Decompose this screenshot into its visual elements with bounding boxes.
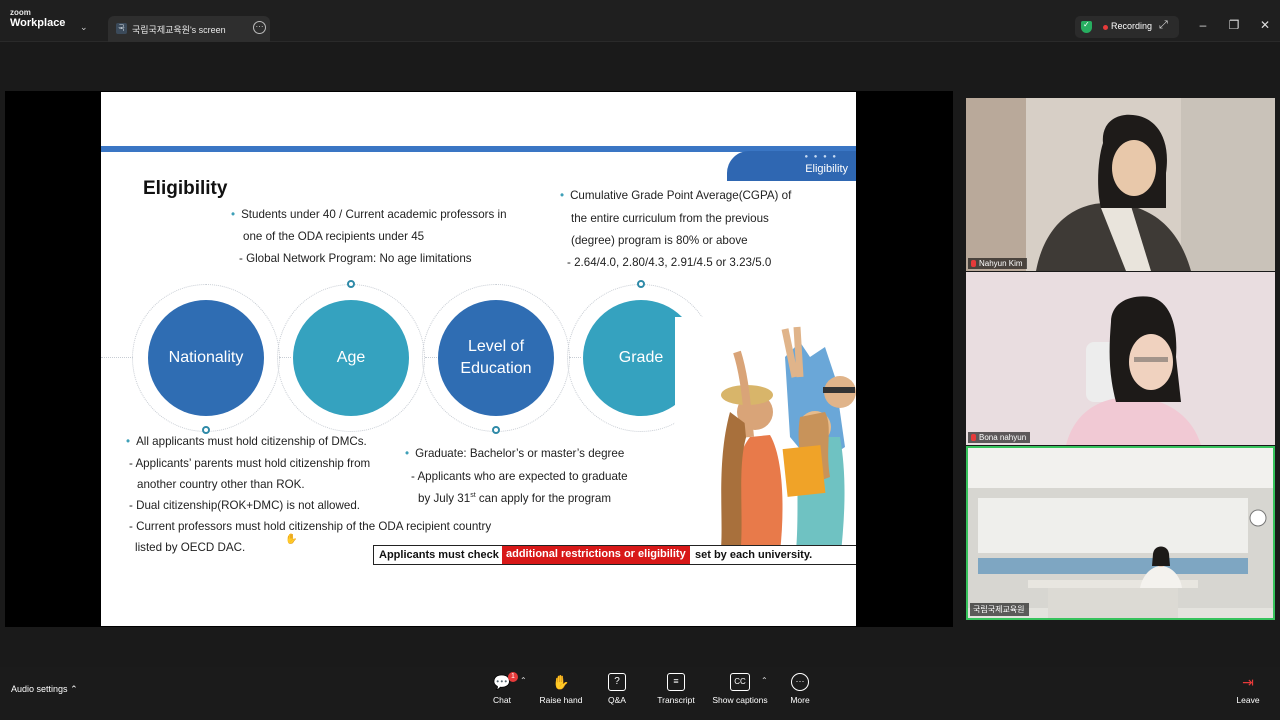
qa-label: Q&A (608, 695, 626, 705)
more-icon: ··· (791, 673, 809, 691)
raise-hand-button[interactable]: ✋ Raise hand (531, 673, 591, 705)
shield-icon (1081, 20, 1092, 33)
more-button[interactable]: ··· More (770, 673, 830, 705)
more-label: More (790, 695, 810, 705)
transcript-icon: ≡ (667, 673, 685, 691)
nationality-line-1: • All applicants must hold citizenship of… (126, 435, 367, 448)
education-circle: Level of Education (438, 300, 554, 416)
nationality-line-5: - Current professors must hold citizensh… (129, 520, 492, 533)
participant-video (966, 98, 1275, 271)
students-high-five-image (675, 317, 856, 572)
education-line-2: - Applicants who are expected to graduat… (411, 470, 628, 483)
restore-icon[interactable]: ❐ (1227, 18, 1241, 32)
logo-top: zoom (10, 8, 31, 17)
dots-icon: ● ● ● ● (804, 154, 838, 160)
transcript-button[interactable]: ≡ Transcript (646, 673, 706, 705)
muted-mic-icon (971, 434, 976, 441)
nationality-line-6: listed by OECD DAC. (135, 541, 246, 554)
title-bar: zoom Workplace ⌄ 국 국립국제교육원's screen ··· … (0, 0, 1280, 42)
slide-section-tag: ● ● ● ● Eligibility (727, 151, 856, 181)
participant-video (966, 272, 1275, 445)
participant-name: Bona nahyun (968, 432, 1031, 443)
education-line-1: • Graduate: Bachelor’s or master’s degree (405, 447, 625, 460)
unread-badge: 1 (508, 672, 518, 682)
banner-text-after: set by each university. (695, 549, 813, 561)
recording-label: Recording (1111, 21, 1153, 31)
connector-node (347, 280, 355, 288)
connector-node (202, 426, 210, 434)
age-circle: Age (293, 300, 409, 416)
participant-name: Nahyun Kim (968, 258, 1027, 269)
chat-options-chevron-icon[interactable]: ⌃ (520, 676, 527, 685)
connector-node (492, 426, 500, 434)
banner-text-before: Applicants must check (379, 549, 499, 561)
chat-label: Chat (493, 695, 511, 705)
grade-line-4: - 2.64/4.0, 2.80/4.3, 2.91/4.5 or 3.23/5… (567, 256, 772, 269)
minimize-icon[interactable]: – (1196, 18, 1210, 32)
grade-line-3: (degree) program is 80% or above (571, 234, 748, 247)
close-icon[interactable]: ✕ (1258, 18, 1272, 32)
participant-video (968, 448, 1273, 618)
qa-icon: ? (608, 673, 626, 691)
chevron-up-icon: ⌃ (70, 684, 78, 694)
active-speaker-tile[interactable]: 국립국제교육원 (966, 446, 1275, 620)
age-line-2: one of the ODA recipients under 45 (243, 230, 425, 243)
tab-label: 국립국제교육원's screen (132, 25, 226, 35)
captions-options-chevron-icon[interactable]: ⌃ (761, 676, 768, 685)
zoom-logo: zoom Workplace (10, 9, 65, 29)
participant-tile[interactable]: Nahyun Kim (966, 98, 1275, 271)
recording-indicator[interactable]: Recording ⤢ (1075, 16, 1179, 38)
hand-icon: ✋ (552, 674, 570, 690)
nationality-circle: Nationality (148, 300, 264, 416)
leave-button[interactable]: ⇥ Leave (1218, 673, 1278, 705)
captions-icon: CC (730, 673, 750, 691)
nationality-line-2: - Applicants’ parents must hold citizens… (129, 457, 371, 470)
audio-settings-button[interactable]: Audio settings ⌃ (11, 684, 78, 695)
connector-line (101, 357, 133, 358)
participant-tile[interactable]: Bona nahyun (966, 272, 1275, 445)
meeting-controls-bar: Audio settings ⌃ 💬 1 Chat ⌃ ✋ Raise hand… (0, 667, 1280, 720)
qa-button[interactable]: ? Q&A (587, 673, 647, 705)
chevron-down-icon[interactable]: ⌄ (80, 22, 88, 33)
participant-name: 국립국제교육원 (970, 603, 1029, 616)
grade-line-1: • Cumulative Grade Point Average(CGPA) of (560, 189, 792, 202)
nationality-line-4: - Dual citizenship(ROK+DMC) is not allow… (129, 499, 360, 512)
screen-share-tab[interactable]: 국 국립국제교육원's screen ··· (108, 16, 270, 42)
education-line-3: by July 31st can apply for the program (418, 492, 611, 505)
presentation-slide: ● ● ● ● Eligibility Eligibility • Student… (101, 92, 856, 626)
nationality-line-3: another country other than ROK. (137, 478, 305, 491)
slide-title: Eligibility (143, 178, 228, 199)
tab-icon: 국 (116, 23, 127, 34)
raise-hand-label: Raise hand (539, 695, 583, 705)
section-tag-label: Eligibility (805, 163, 848, 175)
recording-dot-icon (1103, 25, 1108, 30)
muted-mic-icon (971, 260, 976, 267)
more-options-icon[interactable]: ··· (253, 21, 266, 34)
grade-line-2: the entire curriculum from the previous (571, 212, 769, 225)
banner-highlight: additional restrictions or eligibility (502, 546, 690, 564)
transcript-label: Transcript (657, 695, 695, 705)
show-captions-label: Show captions (712, 695, 768, 705)
leave-icon: ⇥ (1242, 674, 1254, 690)
expand-icon[interactable]: ⤢ (1159, 19, 1168, 32)
eligibility-notice-banner: Applicants must check additional restric… (373, 545, 856, 565)
logo-bottom: Workplace (10, 17, 66, 29)
hand-cursor-icon: ✋ (285, 534, 298, 545)
age-line-3: - Global Network Program: No age limitat… (239, 252, 472, 265)
age-line-1: • Students under 40 / Current academic pr… (231, 208, 507, 221)
connector-node (637, 280, 645, 288)
leave-label: Leave (1236, 695, 1260, 705)
